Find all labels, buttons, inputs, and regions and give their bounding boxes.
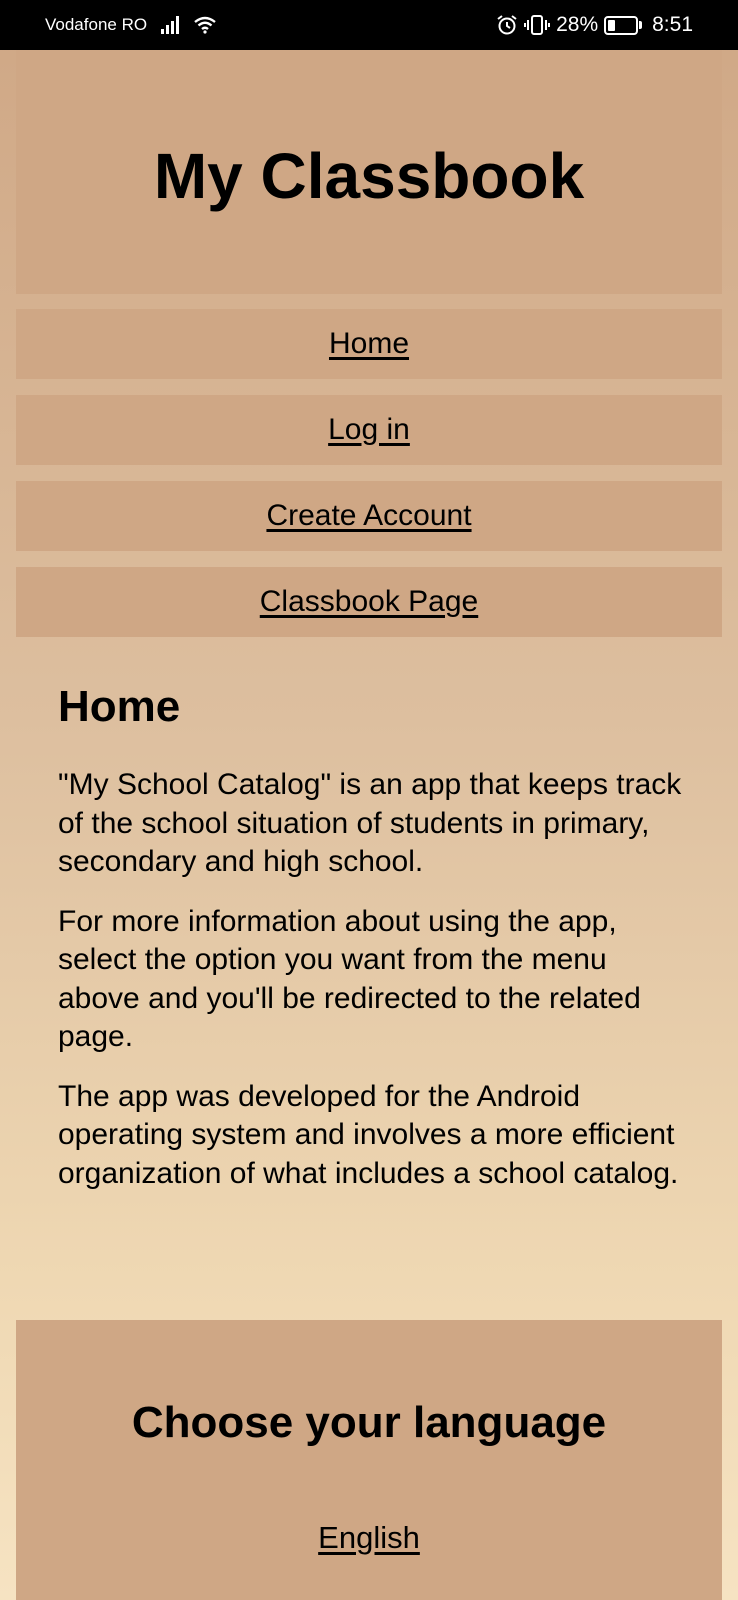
language-option-english[interactable]: English bbox=[318, 1520, 420, 1555]
battery-percent: 28% bbox=[556, 13, 599, 36]
nav-link-create-account[interactable]: Create Account bbox=[266, 499, 471, 533]
nav-link-login[interactable]: Log in bbox=[328, 413, 410, 447]
nav-link-home[interactable]: Home bbox=[329, 327, 409, 361]
alarm-icon bbox=[496, 14, 518, 36]
intro-paragraph: "My School Catalog" is an app that keeps… bbox=[58, 768, 682, 878]
vibrate-icon bbox=[524, 14, 551, 36]
signal-icon bbox=[161, 16, 180, 34]
page-heading: Home bbox=[58, 682, 181, 731]
nav-item-home[interactable]: Home bbox=[16, 309, 722, 379]
nav-link-classbook-page[interactable]: Classbook Page bbox=[260, 585, 478, 619]
clock: 8:51 bbox=[652, 13, 693, 36]
nav-item-login[interactable]: Log in bbox=[16, 395, 722, 465]
wifi-icon bbox=[193, 16, 217, 34]
info-paragraph: For more information about using the app… bbox=[58, 904, 641, 1054]
nav-item-create-account[interactable]: Create Account bbox=[16, 481, 722, 551]
carrier-name: Vodafone RO bbox=[45, 15, 148, 34]
battery-tip bbox=[639, 21, 643, 29]
language-title: Choose your language bbox=[131, 1398, 607, 1447]
app-title: My Classbook bbox=[153, 140, 585, 212]
about-paragraph: The app was developed for the Android op… bbox=[58, 1079, 679, 1190]
nav-item-classbook-page[interactable]: Classbook Page bbox=[16, 567, 722, 637]
app-header: My Classbook bbox=[16, 50, 722, 294]
main-content: Home "My School Catalog" is an app that … bbox=[58, 682, 688, 1214]
battery-icon bbox=[604, 15, 643, 35]
battery-body bbox=[604, 15, 639, 35]
language-option-row: English bbox=[16, 1520, 722, 1556]
language-section: Choose your language English bbox=[16, 1320, 722, 1600]
status-bar: Vodafone RO 28% 8:51 bbox=[0, 0, 738, 50]
status-right: 28% 8:51 bbox=[496, 13, 693, 37]
battery-fill bbox=[608, 19, 616, 31]
status-left: Vodafone RO bbox=[45, 15, 217, 35]
